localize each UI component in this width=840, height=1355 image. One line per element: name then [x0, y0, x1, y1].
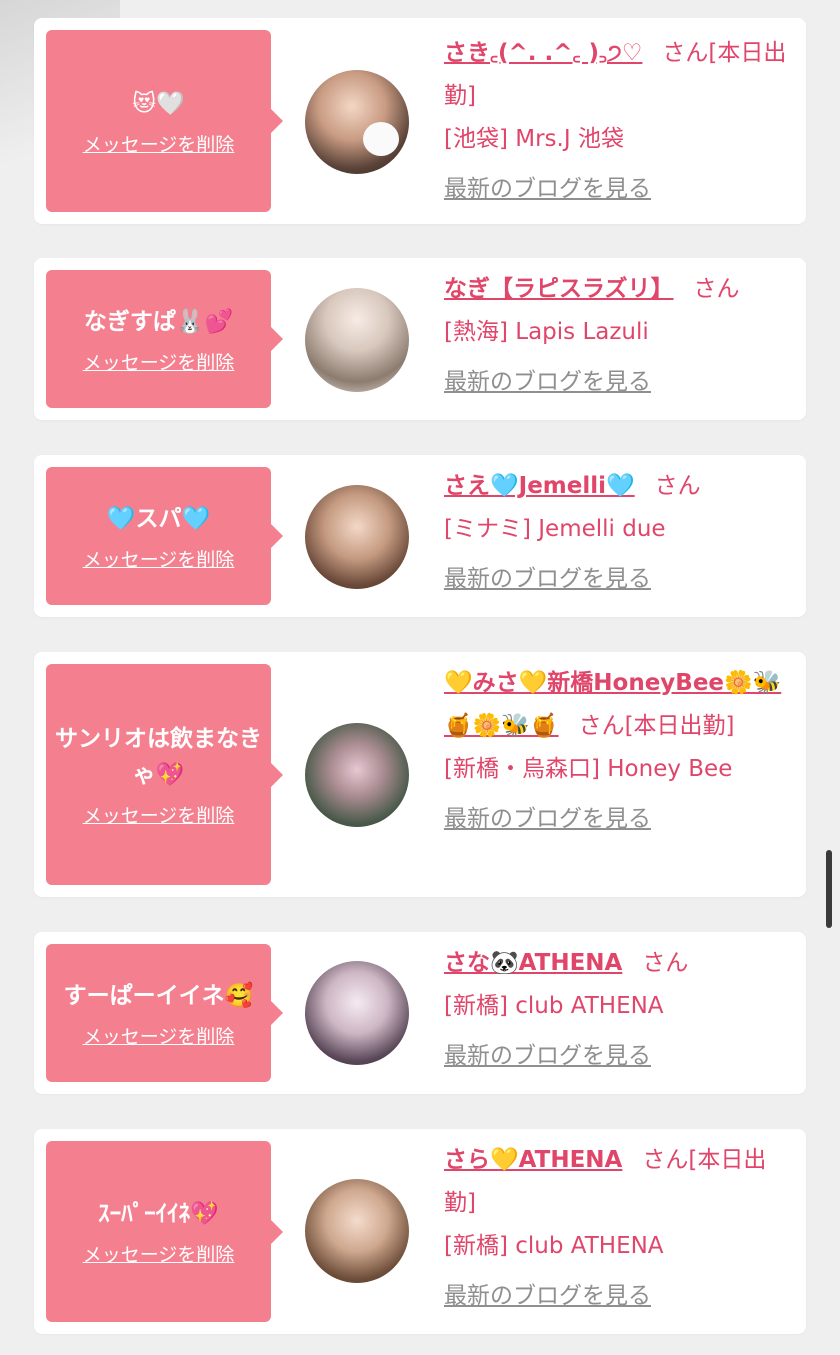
avatar[interactable]: [305, 70, 409, 174]
delete-message-link[interactable]: メッセージを削除: [83, 545, 235, 572]
cast-name-link[interactable]: さな🐼ATHENA: [444, 950, 622, 976]
cast-name-link[interactable]: さき꜀(^. .^꜀ )꜆੭♡: [444, 40, 642, 66]
san-suffix: さん: [693, 276, 740, 302]
delete-message-link[interactable]: メッセージを削除: [83, 1022, 235, 1049]
message-card: ｽｰﾊﾟｰｲｲﾈ💖 メッセージを削除 さら💛ATHENA さん[本日出勤] [新橋…: [34, 1129, 806, 1334]
latest-blog-link[interactable]: 最新のブログを見る: [444, 1035, 794, 1078]
scrollbar-thumb[interactable]: [826, 850, 832, 928]
message-text: なぎすぱ🐰💕: [83, 308, 234, 335]
cast-name-link[interactable]: なぎ【ラピスラズリ】: [444, 276, 674, 302]
shop-text: [新橋] club ATHENA: [444, 993, 664, 1019]
message-bubble: サンリオは飲まなきゃ💖 メッセージを削除: [46, 664, 283, 885]
avatar[interactable]: [305, 723, 409, 827]
delete-message-link[interactable]: メッセージを削除: [83, 801, 235, 828]
san-suffix: さん: [654, 473, 701, 499]
latest-blog-link[interactable]: 最新のブログを見る: [444, 1275, 794, 1318]
cast-info: さえ🩵Jemelli🩵 さん [ミナミ] Jemelli due 最新のブログを見…: [444, 465, 794, 601]
san-suffix: さん: [578, 713, 625, 739]
avatar[interactable]: [305, 961, 409, 1065]
status-text: [本日出勤]: [624, 713, 735, 739]
cast-info: さな🐼ATHENA さん [新橋] club ATHENA 最新のブログを見る: [444, 942, 794, 1078]
message-text: サンリオは飲まなきゃ💖: [55, 726, 262, 788]
message-text: ｽｰﾊﾟｰｲｲﾈ💖: [98, 1201, 219, 1227]
message-bubble: すーぱーイイネ🥰 メッセージを削除: [46, 944, 283, 1082]
delete-message-link[interactable]: メッセージを削除: [83, 1240, 235, 1267]
message-text: 😻🤍: [132, 90, 185, 117]
message-bubble: ｽｰﾊﾟｰｲｲﾈ💖 メッセージを削除: [46, 1141, 283, 1322]
san-suffix: さん: [642, 950, 689, 976]
message-card: サンリオは飲まなきゃ💖 メッセージを削除 💛みさ💛新橋HoneyBee🌼🐝🍯🌼🐝…: [34, 652, 806, 897]
cast-name-link[interactable]: さえ🩵Jemelli🩵: [444, 473, 635, 499]
cast-info: さら💛ATHENA さん[本日出勤] [新橋] club ATHENA 最新のブロ…: [444, 1139, 794, 1318]
shop-text: [池袋] Mrs.J 池袋: [444, 126, 624, 152]
cast-info: なぎ【ラピスラズリ】 さん [熱海] Lapis Lazuli 最新のブログを見る: [444, 268, 794, 404]
avatar[interactable]: [305, 1179, 409, 1283]
latest-blog-link[interactable]: 最新のブログを見る: [444, 558, 794, 601]
shop-text: [新橋・烏森口] Honey Bee: [444, 756, 733, 782]
message-card: 🩵スパ🩵 メッセージを削除 さえ🩵Jemelli🩵 さん [ミナミ] Jemell…: [34, 455, 806, 617]
san-suffix: さん: [642, 1147, 689, 1173]
delete-message-link[interactable]: メッセージを削除: [83, 348, 235, 375]
latest-blog-link[interactable]: 最新のブログを見る: [444, 798, 794, 841]
latest-blog-link[interactable]: 最新のブログを見る: [444, 361, 794, 404]
message-card: 😻🤍 メッセージを削除 さき꜀(^. .^꜀ )꜆੭♡ さん[本日出勤] [池袋]…: [34, 18, 806, 224]
latest-blog-link[interactable]: 最新のブログを見る: [444, 168, 794, 211]
cast-info: 💛みさ💛新橋HoneyBee🌼🐝🍯🌼🐝🍯 さん[本日出勤] [新橋・烏森口] Ho…: [444, 662, 794, 841]
shop-text: [熱海] Lapis Lazuli: [444, 319, 649, 345]
message-bubble: なぎすぱ🐰💕 メッセージを削除: [46, 270, 283, 408]
message-text: すーぱーイイネ🥰: [63, 982, 254, 1009]
message-bubble: 😻🤍 メッセージを削除: [46, 30, 283, 212]
message-card: すーぱーイイネ🥰 メッセージを削除 さな🐼ATHENA さん [新橋] club …: [34, 932, 806, 1094]
message-card: なぎすぱ🐰💕 メッセージを削除 なぎ【ラピスラズリ】 さん [熱海] Lapis …: [34, 258, 806, 420]
bear-sticker-icon: [363, 122, 399, 156]
message-text: 🩵スパ🩵: [106, 505, 211, 532]
shop-text: [新橋] club ATHENA: [444, 1233, 664, 1259]
shop-text: [ミナミ] Jemelli due: [444, 516, 666, 542]
cast-name-link[interactable]: さら💛ATHENA: [444, 1147, 622, 1173]
avatar[interactable]: [305, 485, 409, 589]
avatar[interactable]: [305, 288, 409, 392]
message-bubble: 🩵スパ🩵 メッセージを削除: [46, 467, 283, 605]
delete-message-link[interactable]: メッセージを削除: [83, 130, 235, 157]
cast-info: さき꜀(^. .^꜀ )꜆੭♡ さん[本日出勤] [池袋] Mrs.J 池袋 最新…: [444, 32, 794, 211]
san-suffix: さん: [662, 40, 709, 66]
